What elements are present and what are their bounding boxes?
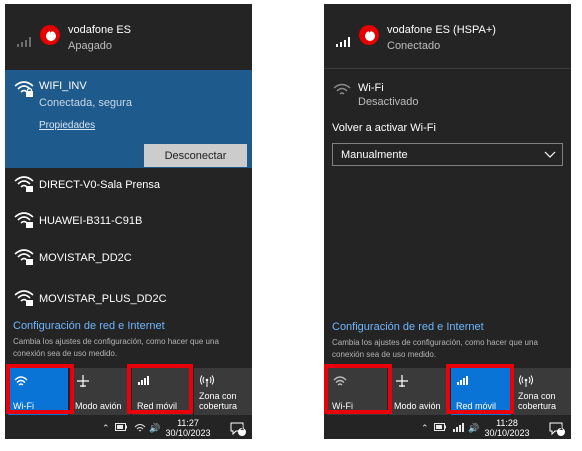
- network-settings-link[interactable]: Configuración de red e Internet: [332, 321, 484, 333]
- network-flyout-right: vodafone ES (HSPA+) Conectado Wi-Fi Desa…: [324, 4, 571, 439]
- cellular-icon: [457, 375, 471, 387]
- connected-network-card[interactable]: WIFI_INV Conectada, segura Propiedades D…: [5, 70, 252, 168]
- chevron-down-icon: [544, 148, 556, 163]
- airplane-mode-tile[interactable]: Modo avión: [389, 368, 449, 415]
- hotspot-tile[interactable]: Zona con cobertura: [513, 368, 571, 415]
- carrier-name: vodafone ES: [68, 24, 131, 36]
- clock-time: 11:28: [496, 418, 518, 428]
- hotspot-tile[interactable]: Zona con cobertura: [194, 368, 252, 415]
- airplane-icon: [395, 375, 409, 389]
- wifi-tile[interactable]: Wi-Fi: [8, 368, 68, 415]
- wifi-off-icon: [333, 82, 351, 103]
- tile-label: Modo avión: [394, 401, 441, 411]
- reenable-wifi-dropdown[interactable]: Manualmente: [332, 143, 563, 166]
- network-settings-description: Cambia los ajustes de configuración, com…: [332, 338, 538, 359]
- network-list-item[interactable]: MOVISTAR_PLUS_DD2C: [5, 284, 252, 314]
- wifi-secure-icon: [14, 289, 34, 312]
- clock-time: 11:27: [177, 418, 199, 428]
- network-name: MOVISTAR_DD2C: [39, 252, 132, 264]
- connected-network-status: Conectada, segura: [39, 97, 132, 109]
- network-settings-description: Cambia los ajustes de configuración, com…: [13, 337, 219, 358]
- airplane-icon: [76, 375, 90, 389]
- wifi-icon: [14, 375, 28, 389]
- cellular-signal-icon: [17, 34, 33, 52]
- wifi-tile[interactable]: Wi-Fi: [327, 368, 387, 415]
- chevron-up-icon[interactable]: ⌃: [102, 423, 110, 434]
- airplane-mode-tile[interactable]: Modo avión: [70, 368, 130, 415]
- screenshot-comparison: vodafone ES Apagado WIFI_INV Conectada, …: [0, 0, 582, 451]
- network-list-item[interactable]: HUAWEI-B311-C91B: [5, 206, 252, 236]
- battery-icon[interactable]: [115, 423, 127, 433]
- divider: [324, 68, 571, 69]
- connected-network-name: WIFI_INV: [39, 80, 87, 92]
- wifi-secure-icon: [14, 211, 34, 234]
- network-name: DIRECT-V0-Sala Prensa: [39, 179, 161, 191]
- cellular-signal-icon: [336, 34, 352, 52]
- taskbar-clock[interactable]: 11:28 30/10/2023: [484, 418, 530, 438]
- clock-date: 30/10/2023: [484, 428, 530, 438]
- network-flyout-left: vodafone ES Apagado WIFI_INV Conectada, …: [5, 4, 252, 439]
- carrier-status: Apagado: [68, 40, 113, 52]
- wifi-status-row[interactable]: Wi-Fi Desactivado: [324, 76, 571, 112]
- carrier-name: vodafone ES (HSPA+): [387, 24, 496, 36]
- wifi-icon[interactable]: [134, 423, 146, 435]
- tile-label: Wi-Fi: [13, 401, 34, 411]
- wifi-secure-icon: [14, 80, 34, 103]
- vodafone-logo-icon: [358, 24, 380, 46]
- properties-link[interactable]: Propiedades: [39, 120, 95, 131]
- battery-icon[interactable]: [434, 423, 446, 433]
- cellular-network-row[interactable]: vodafone ES (HSPA+) Conectado: [324, 4, 571, 68]
- network-list-item[interactable]: DIRECT-V0-Sala Prensa: [5, 170, 252, 200]
- dropdown-selected-value: Manualmente: [341, 149, 408, 161]
- taskbar: ⌃ 🔊 11:27 30/10/2023 1: [5, 417, 252, 439]
- speaker-icon[interactable]: 🔊: [468, 423, 479, 434]
- cellular-signal-icon[interactable]: [453, 423, 465, 434]
- network-list-item[interactable]: MOVISTAR_DD2C: [5, 243, 252, 273]
- taskbar-clock[interactable]: 11:27 30/10/2023: [165, 418, 211, 438]
- network-name: MOVISTAR_PLUS_DD2C: [39, 293, 167, 305]
- tile-label: Red móvil: [456, 401, 497, 411]
- reenable-wifi-label: Volver a activar Wi-Fi: [332, 122, 436, 134]
- tile-label: Wi-Fi: [332, 401, 353, 411]
- tile-label: Red móvil: [137, 401, 178, 411]
- cellular-icon: [138, 375, 152, 387]
- notification-count: 1: [240, 425, 244, 432]
- notification-count: 1: [559, 425, 563, 432]
- disconnect-button[interactable]: Desconectar: [144, 144, 247, 167]
- hotspot-icon: [200, 375, 214, 389]
- wifi-secure-icon: [14, 248, 34, 271]
- network-name: HUAWEI-B311-C91B: [39, 215, 143, 227]
- wifi-secure-icon: [14, 175, 34, 198]
- wifi-icon: [333, 375, 347, 389]
- wifi-status: Desactivado: [358, 96, 419, 108]
- tile-label: Modo avión: [75, 401, 122, 411]
- cellular-tile[interactable]: Red móvil: [132, 368, 192, 415]
- tile-label: Zona con cobertura: [199, 391, 238, 411]
- vodafone-logo-icon: [39, 24, 61, 46]
- taskbar: ⌃ 🔊 11:28 30/10/2023 1: [324, 417, 571, 439]
- network-settings-link[interactable]: Configuración de red e Internet: [13, 320, 165, 332]
- clock-date: 30/10/2023: [165, 428, 211, 438]
- tile-label: Zona con cobertura: [518, 391, 557, 411]
- chevron-up-icon[interactable]: ⌃: [421, 423, 429, 434]
- cellular-tile[interactable]: Red móvil: [451, 368, 511, 415]
- carrier-status: Conectado: [387, 40, 441, 52]
- wifi-name: Wi-Fi: [358, 82, 384, 94]
- speaker-icon[interactable]: 🔊: [149, 423, 160, 434]
- hotspot-icon: [519, 375, 533, 389]
- cellular-network-row[interactable]: vodafone ES Apagado: [5, 4, 252, 68]
